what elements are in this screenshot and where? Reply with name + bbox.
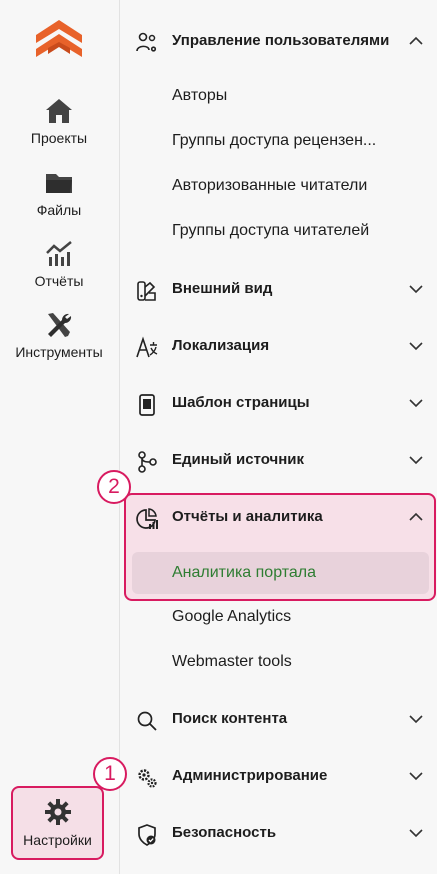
palette-icon [137,281,156,301]
chevron-down-icon[interactable] [409,284,423,294]
home-icon [46,99,72,123]
logo-icon[interactable] [34,18,84,64]
section-label: Шаблон страницы [172,394,310,411]
section-label: Внешний вид [172,280,273,297]
section-label: Единый источник [172,451,305,468]
section-localization[interactable]: Локализация [121,327,437,367]
section-security[interactable]: Безопасность [121,814,437,854]
step-badge-2: 2 [97,470,131,504]
section-single-source[interactable]: Единый источник [121,441,437,481]
rail-item-label: Отчёты [34,273,84,289]
users-gear-icon [136,32,157,52]
step-badge-1: 1 [93,757,127,791]
shield-icon [138,824,156,846]
submenu-item-reviewer-groups[interactable]: Группы доступа рецензен... [172,132,376,150]
translate-icon [136,336,158,358]
rail-item-projects[interactable]: Проекты [0,96,118,146]
folder-icon [46,174,72,193]
chevron-down-icon[interactable] [409,771,423,781]
tools-icon [48,313,72,337]
pie-chart-icon [136,508,158,529]
settings-label: Настройки [23,832,92,848]
chart-icon [46,241,72,266]
chevron-up-icon[interactable] [409,36,423,46]
chevron-down-icon[interactable] [409,341,423,351]
branch-icon [138,451,157,473]
rail-item-tools[interactable]: Инструменты [0,310,118,360]
section-user-management[interactable]: Управление пользователями [121,22,437,62]
section-content-search[interactable]: Поиск контента [121,700,437,740]
gears-icon [138,769,157,788]
chevron-down-icon[interactable] [409,828,423,838]
chevron-up-icon[interactable] [409,512,423,522]
rail-item-settings[interactable]: Настройки [11,786,104,860]
submenu-item-portal-analytics[interactable]: Аналитика портала [172,564,316,582]
submenu-item-webmaster-tools[interactable]: Webmaster tools [172,653,292,671]
chevron-down-icon[interactable] [409,398,423,408]
gear-icon [44,799,71,825]
rail-item-label: Инструменты [15,344,103,360]
section-appearance[interactable]: Внешний вид [121,270,437,310]
settings-panel: Управление пользователями Авторы Группы … [121,0,437,874]
chevron-down-icon[interactable] [409,714,423,724]
section-label: Поиск контента [172,710,288,727]
rail-item-reports[interactable]: Отчёты [0,239,118,289]
submenu-item-google-analytics[interactable]: Google Analytics [172,608,291,626]
search-icon [137,711,157,731]
section-administration[interactable]: Администрирование [121,757,437,797]
section-label: Администрирование [172,767,328,784]
section-reports-analytics[interactable]: Отчёты и аналитика [121,498,437,538]
page-template-icon [139,394,155,416]
section-label: Локализация [172,337,270,354]
navigation-rail: Проекты Файлы Отчёты Инструменты Настрой… [0,0,120,874]
section-label: Управление пользователями [172,32,390,49]
submenu-item-authors[interactable]: Авторы [172,87,227,105]
section-label: Отчёты и аналитика [172,508,323,525]
submenu-item-authorized-readers[interactable]: Авторизованные читатели [172,177,367,195]
rail-item-files[interactable]: Файлы [0,168,118,218]
rail-item-label: Проекты [30,130,88,146]
section-label: Безопасность [172,824,277,841]
submenu-item-reader-groups[interactable]: Группы доступа читателей [172,222,369,240]
rail-item-label: Файлы [36,202,82,218]
chevron-down-icon[interactable] [409,455,423,465]
section-page-template[interactable]: Шаблон страницы [121,384,437,424]
